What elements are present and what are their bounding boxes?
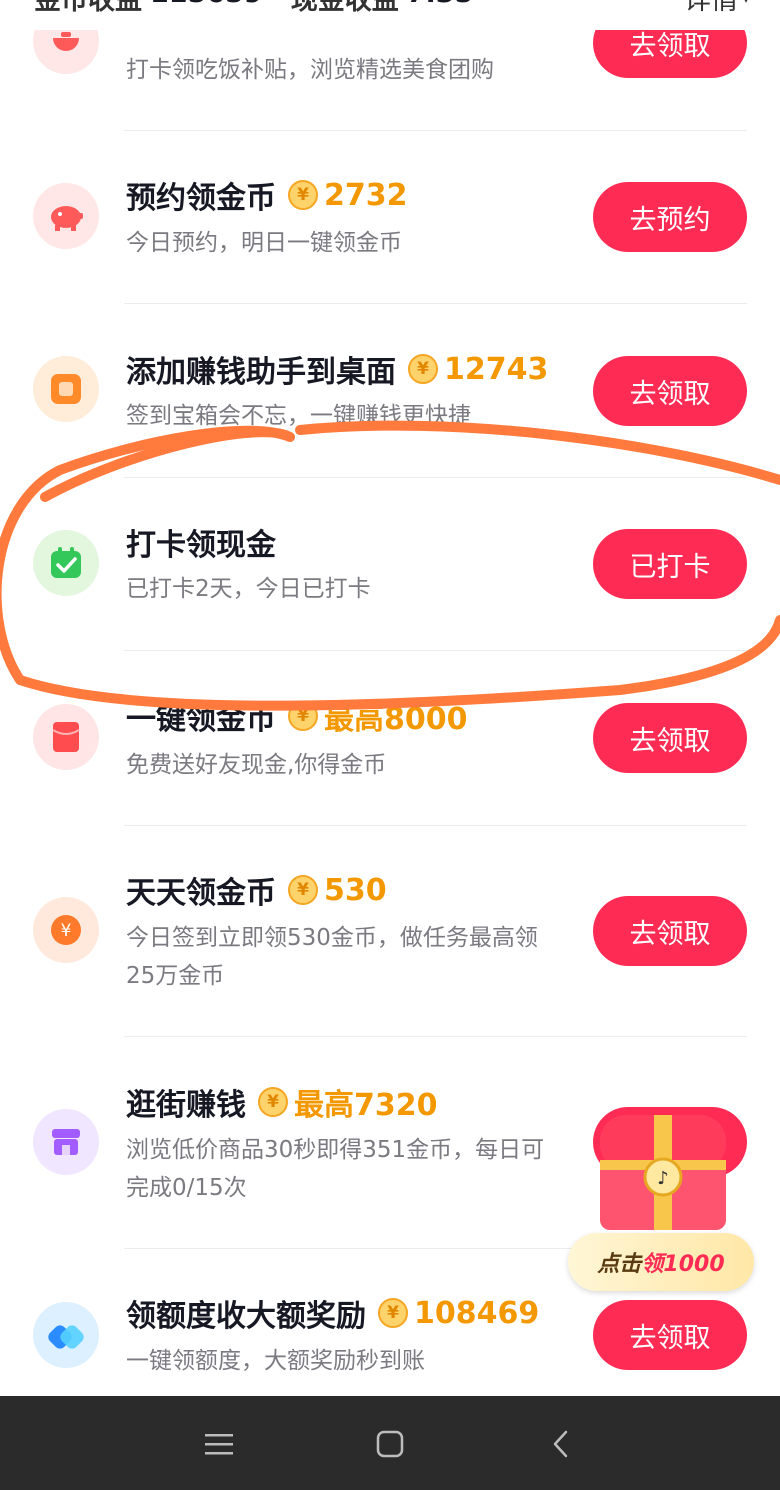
task-subtitle: 今日签到立即领530金币，做任务最高领25万金币 (126, 925, 538, 989)
detail-label: 详情 (683, 0, 738, 16)
claim-button[interactable]: 去领取 (593, 356, 747, 426)
cash-earnings-label: 现金收益 (290, 0, 399, 16)
task-reward: 12743 (444, 351, 549, 387)
svg-text:¥: ¥ (61, 921, 72, 941)
chevron-down-icon: ▾ (742, 0, 750, 7)
detail-link[interactable]: 详情 ▾ (684, 0, 750, 17)
coin-icon: ¥ (288, 701, 318, 731)
divider (124, 1036, 747, 1037)
divider (124, 303, 747, 304)
task-title-row: 天天领金币 ¥ 530 (126, 868, 387, 912)
credit-icon (33, 1302, 99, 1368)
task-title-row: 逛街赚钱 ¥ 最高7320 (126, 1080, 438, 1124)
task-title: 添加赚钱助手到桌面 (126, 355, 396, 390)
coin-earnings-value: 115659 (150, 0, 263, 17)
checked-in-button[interactable]: 已打卡 (593, 529, 747, 599)
task-subtitle: 浏览低价商品30秒即得351金币，每日可完成0/15次 (126, 1137, 545, 1201)
divider (124, 650, 747, 651)
task-title: 逛街赚钱 (126, 1088, 246, 1123)
task-subtitle: 今日预约，明日一键领金币 (126, 230, 402, 256)
coin-icon: ¥ (288, 180, 318, 210)
red-envelope-icon (33, 704, 99, 770)
task-reward: 最高8000 (324, 702, 468, 737)
chest-label[interactable]: 点击 领1000 (568, 1233, 754, 1291)
app-square-icon (33, 356, 99, 422)
coin-icon: ¥ (378, 1298, 408, 1328)
calendar-check-icon (33, 530, 99, 596)
task-title-row: 一键领金币 ¥ 最高8000 (126, 694, 468, 738)
reserve-button[interactable]: 去预约 (593, 182, 747, 252)
task-title: 预约领金币 (126, 181, 276, 216)
coin-icon: ¥ (408, 354, 438, 384)
task-reward: 2732 (324, 177, 408, 213)
chest-label-highlight: 领1000 (641, 1252, 725, 1277)
system-navbar (0, 1396, 780, 1490)
divider (124, 130, 747, 131)
task-reward: 最高7320 (294, 1088, 438, 1123)
task-subtitle: 打卡领吃饭补贴，浏览精选美食团购 (126, 57, 494, 83)
svg-text:♪: ♪ (657, 1168, 669, 1189)
divider (124, 825, 747, 826)
coin-earnings-label: 金币收益 (34, 0, 142, 16)
yuan-coin-icon: ¥ (33, 897, 99, 963)
claim-button[interactable]: 去领取 (593, 703, 747, 773)
task-reward: 108469 (414, 1295, 540, 1331)
task-title: 一键领金币 (126, 702, 276, 737)
floating-chest[interactable]: ♪ 点击 领1000 (566, 1105, 758, 1295)
task-subtitle: 已打卡2天，今日已打卡 (126, 576, 371, 602)
coin-icon: ¥ (258, 1087, 288, 1117)
store-icon (33, 1109, 99, 1175)
piggy-bank-icon (33, 183, 99, 249)
divider (124, 477, 747, 478)
treasure-chest-icon: ♪ (600, 1115, 726, 1230)
task-title: 领额度收大额奖励 (126, 1299, 366, 1334)
task-subtitle: 签到宝箱会不忘，一键赚钱更快捷 (126, 403, 471, 429)
task-title-row: 预约领金币 ¥ 2732 (126, 173, 408, 217)
task-title: 打卡领现金 (126, 528, 276, 563)
task-reward: 530 (324, 872, 387, 908)
menu-icon[interactable] (199, 1424, 239, 1464)
claim-button[interactable]: 去领取 (593, 1300, 747, 1370)
task-title-row: 添加赚钱助手到桌面 ¥ 12743 (126, 347, 548, 391)
cash-earnings-value: 7.35 (407, 0, 474, 17)
chest-label-prefix: 点击 (597, 1252, 642, 1277)
home-square-icon[interactable] (370, 1424, 410, 1464)
task-title-row: 领额度收大额奖励 ¥ 108469 (126, 1291, 539, 1335)
task-subtitle: 一键领额度，大额奖励秒到账 (126, 1348, 425, 1374)
task-title: 天天领金币 (126, 876, 276, 911)
task-subtitle: 免费送好友现金,你得金币 (126, 752, 387, 778)
earnings-header: 金币收益 115659 现金收益 7.35 详情 ▾ (0, 0, 780, 30)
coin-icon: ¥ (288, 875, 318, 905)
back-chevron-icon[interactable] (541, 1424, 581, 1464)
task-title-row: 打卡领现金 (126, 520, 276, 564)
claim-button[interactable]: 去领取 (593, 896, 747, 966)
